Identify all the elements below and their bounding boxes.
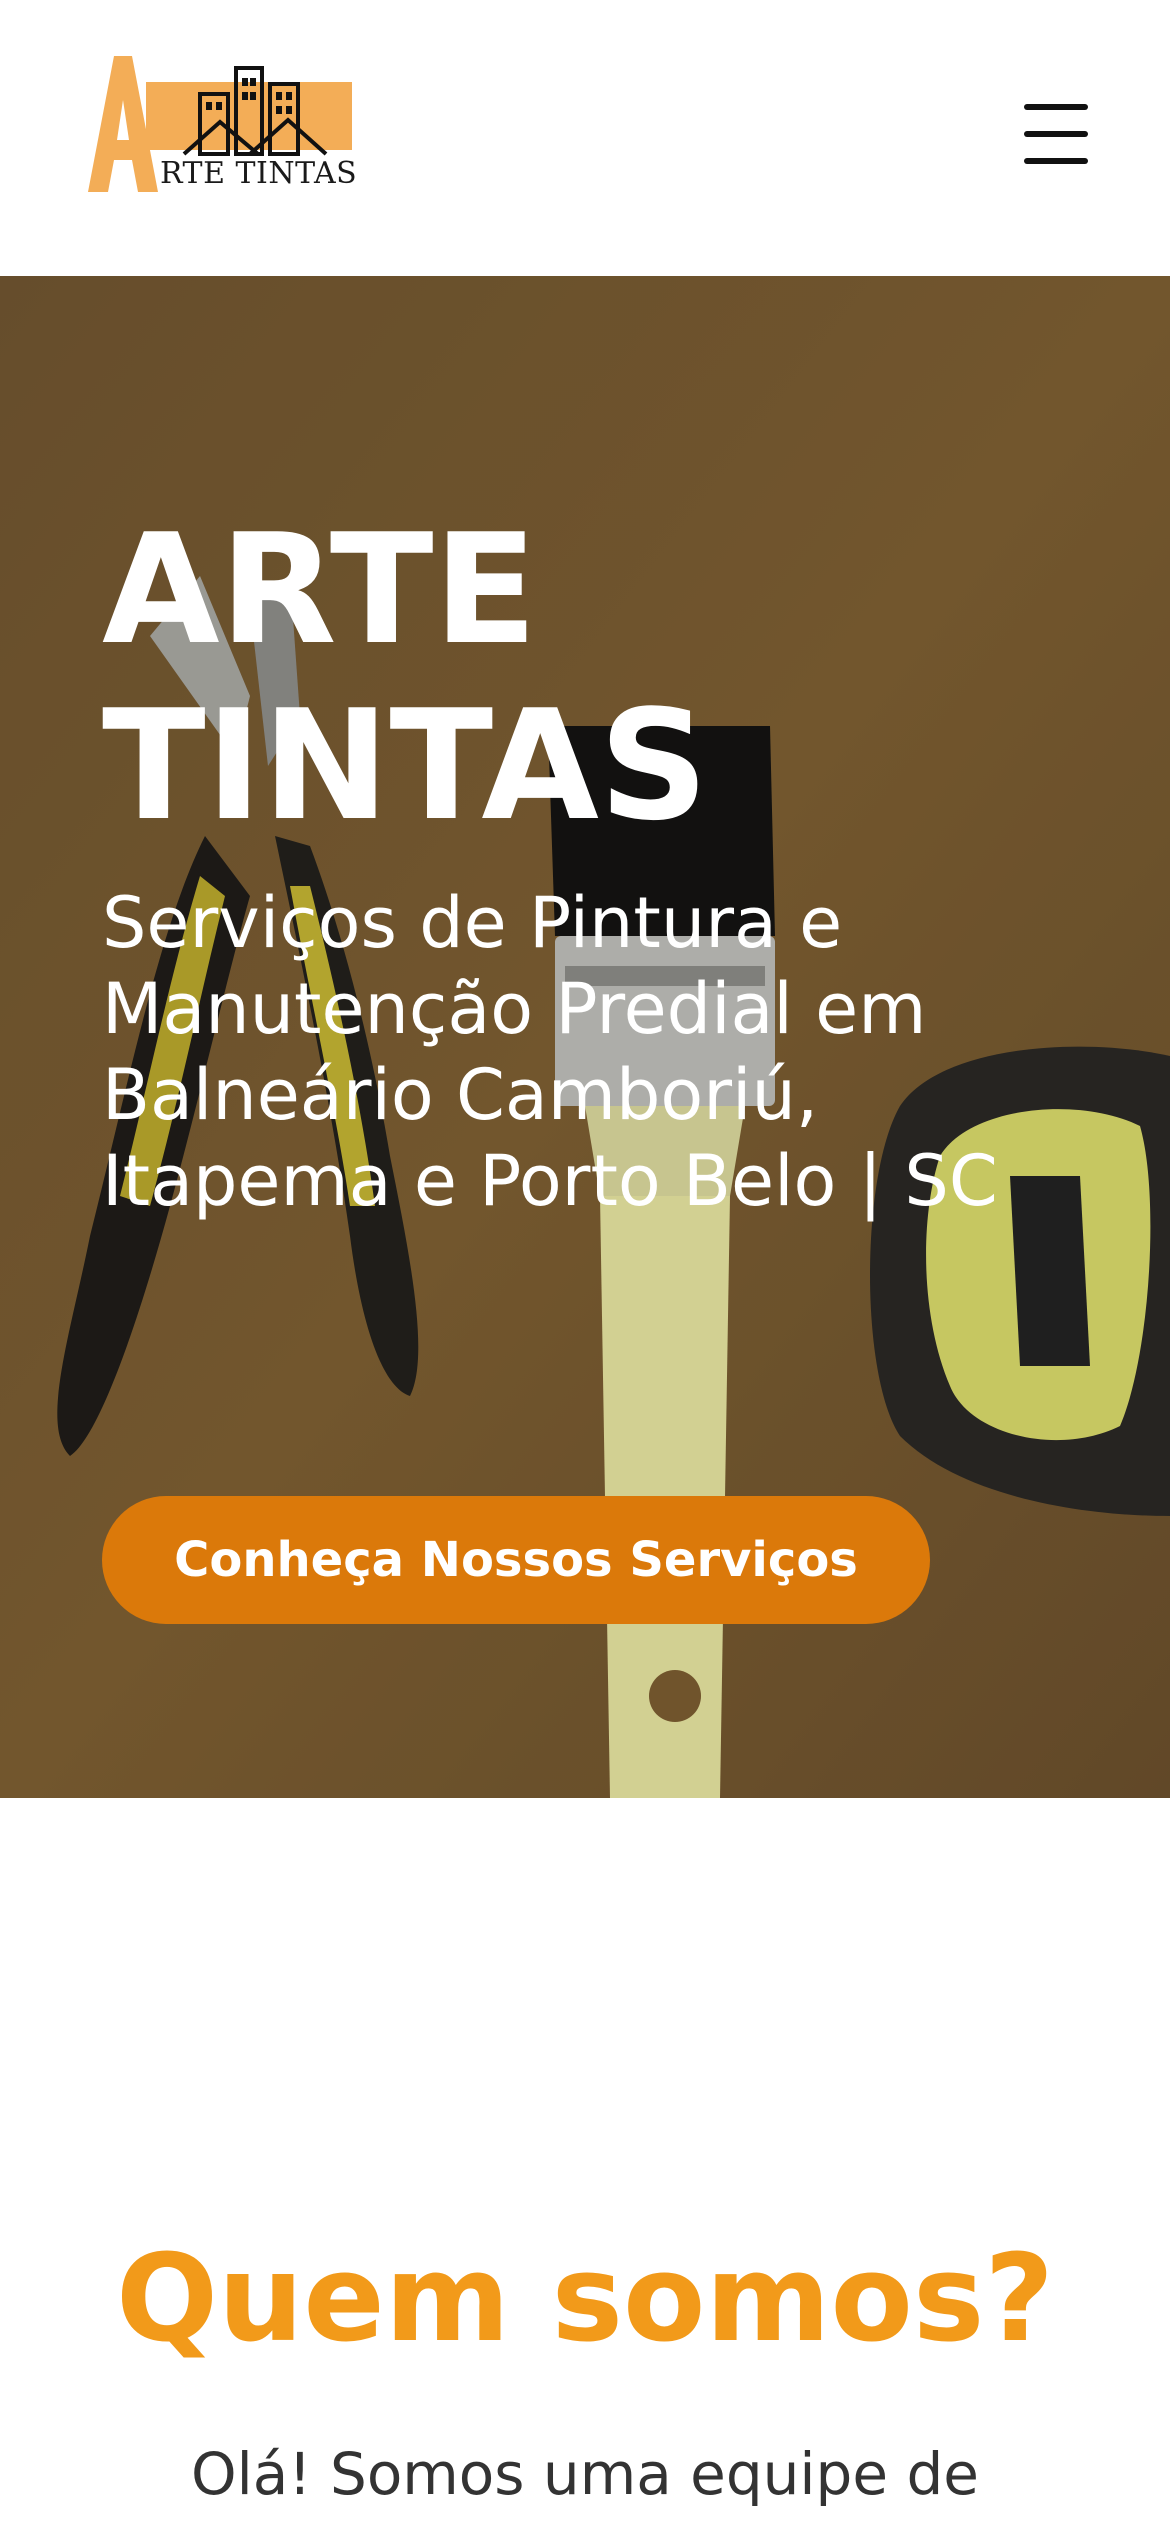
arte-tintas-logo[interactable]: RTE TINTAS bbox=[88, 56, 358, 196]
hero-subtitle-line: Itapema e Porto Belo | SC bbox=[102, 1140, 998, 1222]
hamburger-menu-icon[interactable] bbox=[1018, 104, 1094, 164]
services-cta-button[interactable]: Conheça Nossos Serviços bbox=[102, 1496, 930, 1624]
hero-subtitle-line: Serviços de Pintura e bbox=[102, 882, 843, 964]
hero-subtitle: Serviços de Pintura e Manutenção Predial… bbox=[102, 880, 1102, 1224]
hero-section: ARTE TINTAS Serviços de Pintura e Manute… bbox=[0, 276, 1170, 1798]
hero-title: ARTE TINTAS bbox=[102, 502, 902, 854]
hero-subtitle-line: Balneário Camboriú, bbox=[102, 1054, 819, 1136]
buildings-icon bbox=[182, 66, 328, 156]
hero-title-line2: TINTAS bbox=[102, 677, 709, 854]
site-header: RTE TINTAS bbox=[0, 0, 1170, 276]
about-title: Quem somos? bbox=[115, 2230, 1055, 2369]
hero-subtitle-line: Manutenção Predial em bbox=[102, 968, 927, 1050]
logo-wordmark: RTE TINTAS bbox=[160, 156, 358, 191]
hero-title-line1: ARTE bbox=[102, 501, 538, 678]
about-section: Quem somos? Olá! Somos uma equipe de bbox=[0, 1798, 1170, 2532]
about-intro-text: Olá! Somos uma equipe de bbox=[191, 2440, 979, 2508]
